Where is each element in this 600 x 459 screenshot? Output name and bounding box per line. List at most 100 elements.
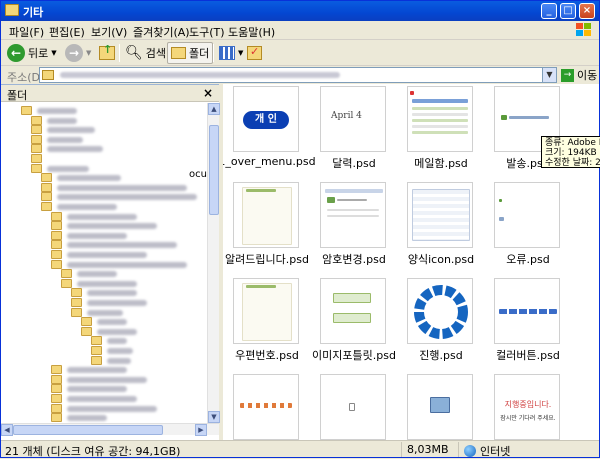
thumb-calendar-text: April 4 bbox=[331, 111, 362, 121]
search-button[interactable]: 🔍︎ 검색 bbox=[125, 42, 166, 64]
file-item[interactable] bbox=[316, 374, 396, 440]
tree-item-label-blurred bbox=[77, 271, 117, 278]
address-input[interactable]: ▼ bbox=[39, 67, 557, 83]
folder-icon bbox=[51, 374, 62, 384]
tree-item-label-blurred bbox=[57, 175, 121, 182]
file-item[interactable]: 컬러버튼.psd bbox=[490, 278, 570, 368]
minimize-button[interactable]: _ bbox=[541, 3, 557, 19]
tree-item-label-blurred bbox=[97, 319, 127, 326]
close-icon[interactable]: × bbox=[203, 86, 213, 100]
status-object-count: 21 개체 (디스크 여유 공간: 94,1GB) bbox=[5, 445, 181, 458]
close-button[interactable]: × bbox=[579, 3, 595, 19]
file-item[interactable]: 암호변경.psd bbox=[316, 182, 396, 272]
file-name: 양식icon.psd bbox=[407, 253, 475, 266]
folder-icon bbox=[51, 259, 62, 269]
vertical-scrollbar[interactable]: ▲ ▼ bbox=[207, 103, 220, 423]
folder-icon bbox=[81, 326, 92, 336]
forward-button[interactable]: → ▼ bbox=[65, 42, 91, 64]
up-folder-button[interactable]: ↑ bbox=[99, 42, 115, 64]
views-button[interactable]: ▼ bbox=[219, 42, 243, 64]
file-item[interactable]: 우편번호.psd bbox=[229, 278, 309, 368]
scroll-right-icon[interactable]: ▶ bbox=[195, 424, 207, 436]
folder-icon bbox=[51, 211, 62, 221]
folder-icon bbox=[61, 269, 72, 279]
file-item[interactable]: April 4 달력.psd bbox=[316, 86, 396, 176]
tree-item-label-blurred bbox=[67, 242, 177, 249]
scroll-up-icon[interactable]: ▲ bbox=[208, 103, 220, 115]
folder-icon bbox=[31, 134, 42, 144]
tooltip-type: 종류: Adobe I bbox=[545, 138, 600, 148]
status-zone-label: 인터넷 bbox=[480, 445, 511, 458]
folder-icon bbox=[21, 106, 32, 115]
file-item[interactable]: 오류.psd bbox=[490, 182, 570, 272]
folder-icon bbox=[41, 202, 52, 211]
folder-icon bbox=[71, 298, 82, 307]
dropdown-arrow-icon: ▼ bbox=[86, 49, 92, 57]
tree-item-label-blurred bbox=[77, 280, 137, 287]
back-button[interactable]: ← 뒤로 ▼ bbox=[7, 42, 57, 64]
folders-label: 폴더 bbox=[189, 47, 210, 60]
go-button[interactable]: → 이동 bbox=[561, 67, 597, 83]
file-item[interactable] bbox=[229, 374, 309, 440]
back-arrow-icon: ← bbox=[7, 44, 25, 62]
file-item[interactable]: 양식icon.psd bbox=[403, 182, 483, 272]
file-name: 1_over_menu.psd bbox=[223, 155, 316, 168]
horizontal-scrollbar[interactable]: ◀ ▶ bbox=[1, 423, 219, 436]
dropdown-arrow-icon: ▼ bbox=[51, 49, 57, 57]
tree-item-label-blurred bbox=[37, 108, 77, 114]
menu-view[interactable]: 보기(V) bbox=[91, 24, 127, 40]
folder-icon bbox=[51, 230, 62, 240]
file-item[interactable]: 개 인 1_over_menu.psd bbox=[223, 86, 316, 176]
file-name: 진행.psd bbox=[419, 349, 463, 362]
file-thumbnail bbox=[407, 86, 473, 152]
chevron-down-icon[interactable]: ▼ bbox=[542, 68, 556, 82]
status-size: 8,03MB bbox=[407, 443, 449, 456]
folders-pane: 폴더 × ocu ▲ ▼ ◀ ▶ bbox=[1, 84, 220, 440]
tree-item-label-blurred bbox=[107, 348, 133, 354]
file-name: 이미지포틀릿.psd bbox=[312, 349, 396, 362]
file-item[interactable]: 이미지포틀릿.psd bbox=[312, 278, 396, 368]
tree-item-label-blurred bbox=[67, 213, 137, 220]
folder-icon bbox=[51, 240, 62, 250]
scroll-left-icon[interactable]: ◀ bbox=[1, 424, 13, 436]
tree-item-label-blurred bbox=[67, 223, 157, 230]
back-label: 뒤로 bbox=[28, 47, 49, 60]
folders-button[interactable]: 폴더 bbox=[167, 42, 214, 64]
file-item[interactable]: 진행.psd bbox=[403, 278, 483, 368]
scroll-thumb[interactable] bbox=[209, 125, 219, 215]
address-bar: 주소(D) ▼ → 이동 bbox=[1, 66, 599, 84]
file-thumbnail bbox=[320, 182, 386, 248]
tree-item-label-blurred bbox=[107, 338, 127, 345]
tree-item-label-blurred bbox=[47, 127, 95, 134]
sync-button[interactable]: ✓ bbox=[247, 42, 262, 64]
go-arrow-icon: → bbox=[561, 68, 574, 82]
menu-favorites[interactable]: 즐겨찾기(A) bbox=[133, 24, 190, 40]
scroll-thumb[interactable] bbox=[13, 425, 163, 435]
progress-ring-icon bbox=[414, 285, 468, 339]
menu-file[interactable]: 파일(F) bbox=[9, 24, 44, 40]
folder-icon bbox=[31, 163, 42, 173]
file-thumbnail bbox=[407, 182, 473, 248]
tooltip-modified: 수정한 날짜: 2 bbox=[545, 158, 600, 168]
menu-help[interactable]: 도움말(H) bbox=[228, 24, 275, 40]
tree-item-label-blurred bbox=[57, 184, 187, 191]
tree-item-label-blurred bbox=[67, 396, 137, 402]
menu-edit[interactable]: 편집(E) bbox=[49, 24, 85, 40]
file-item[interactable]: 알려드립니다.psd bbox=[225, 182, 309, 272]
folder-icon bbox=[51, 403, 62, 413]
tree-item-label-blurred bbox=[87, 309, 123, 316]
file-thumbnail bbox=[320, 278, 386, 344]
title-bar[interactable]: 기타 _ □ × bbox=[1, 1, 599, 21]
menu-tools[interactable]: 도구(T) bbox=[189, 24, 225, 40]
tree-item-label-blurred bbox=[67, 261, 187, 268]
folder-icon bbox=[5, 4, 19, 16]
file-item[interactable]: 메일함.psd bbox=[403, 86, 483, 176]
file-thumbnail bbox=[494, 182, 560, 248]
maximize-button[interactable]: □ bbox=[560, 3, 576, 19]
file-item[interactable] bbox=[403, 374, 483, 440]
folder-icon bbox=[41, 192, 52, 202]
file-item[interactable]: 지행중입니다. 잠시만 기다려 주세요. bbox=[490, 374, 570, 440]
scroll-down-icon[interactable]: ▼ bbox=[208, 411, 220, 423]
file-thumbnail bbox=[407, 278, 473, 344]
windows-logo-icon bbox=[575, 22, 593, 38]
